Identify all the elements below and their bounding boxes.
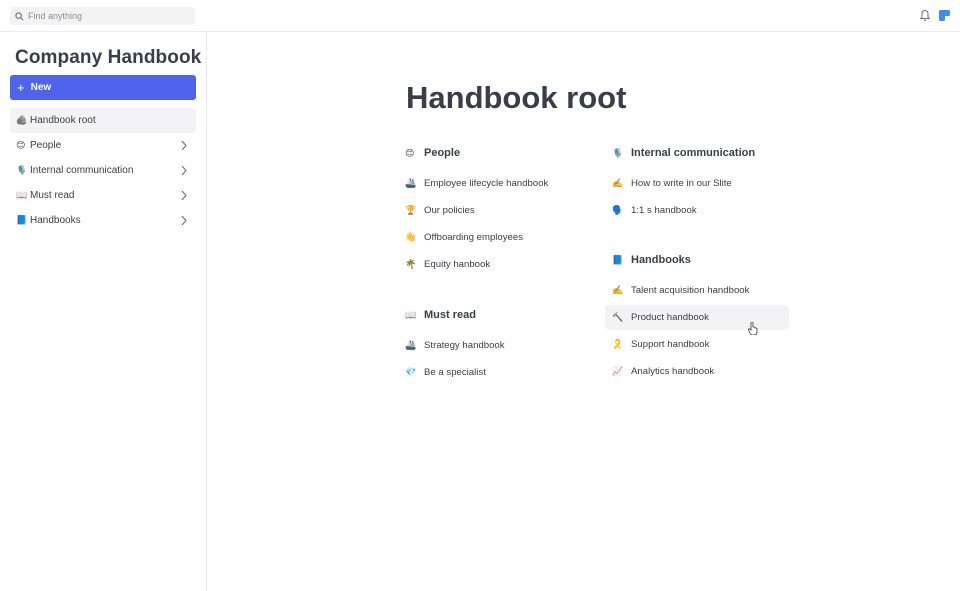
- doc-link-label: Employee lifecycle handbook: [424, 178, 549, 189]
- blue-book-icon: 📘: [612, 254, 624, 265]
- doc-link[interactable]: 👋 Offboarding employees: [405, 225, 591, 250]
- doc-link-label: Analytics handbook: [631, 366, 715, 377]
- doc-link[interactable]: ✍️ Talent acquisition handbook: [612, 278, 798, 303]
- new-button[interactable]: + New: [10, 75, 196, 100]
- doc-link[interactable]: ✍️ How to write in our Slite: [612, 171, 798, 196]
- search-input[interactable]: [28, 11, 188, 21]
- section-people: 😊 People 🚢 Employee lifecycle handbook 🏆 O…: [405, 144, 591, 277]
- gem-icon: 💎: [405, 367, 417, 377]
- doc-link-label: Talent acquisition handbook: [631, 285, 750, 296]
- sidebar-item-label: Handbook root: [30, 115, 96, 126]
- waving-hand-icon: 👋: [405, 232, 417, 242]
- sidebar-item-must-read[interactable]: 📖 Must read: [10, 183, 196, 208]
- workspace-title: Company Handbook: [15, 47, 202, 68]
- doc-link[interactable]: 🚢 Employee lifecycle handbook: [405, 171, 591, 196]
- section-title: People: [424, 147, 461, 159]
- page-title: Handbook root: [406, 80, 627, 115]
- smiley-icon: 😊: [405, 147, 415, 158]
- doc-link[interactable]: 💎 Be a specialist: [405, 360, 591, 385]
- sidebar-nav: 🪨 Handbook root 😊 People 🎙️ Internal com…: [10, 108, 196, 233]
- doc-link-label: Product handbook: [631, 312, 709, 323]
- doc-link-label: Strategy handbook: [424, 340, 505, 351]
- doc-link-label: Offboarding employees: [424, 232, 524, 243]
- section-internal-communication: 🎙️ Internal communication ✍️ How to write…: [612, 144, 798, 223]
- hand-pointer-cursor-icon: [748, 322, 758, 335]
- sidebar-item-label: People: [30, 140, 62, 151]
- main-content: Handbook root 😊 People 🚢 Employee lifecyc…: [208, 32, 960, 591]
- palm-tree-icon: 🌴: [405, 259, 417, 269]
- doc-link-label: Our policies: [424, 205, 475, 216]
- chevron-right-icon[interactable]: [181, 140, 187, 151]
- sidebar: Company Handbook + New 🪨 Handbook root 😊…: [0, 32, 207, 591]
- app-logo-icon[interactable]: [939, 10, 950, 21]
- sidebar-item-label: Internal communication: [30, 165, 134, 176]
- section-title: Handbooks: [631, 254, 691, 266]
- smiley-icon: 😊: [16, 140, 26, 150]
- doc-link[interactable]: 🚢 Strategy handbook: [405, 333, 591, 358]
- section-title: Internal communication: [631, 147, 756, 159]
- bell-icon[interactable]: [919, 9, 931, 22]
- doc-link-label: How to write in our Slite: [631, 178, 732, 189]
- search-icon: [15, 11, 24, 20]
- ribbon-icon: 🎗️: [612, 339, 624, 349]
- ship-icon: 🚢: [405, 178, 417, 188]
- doc-link-hovered[interactable]: 🔨 Product handbook: [605, 305, 789, 330]
- doc-link-label: 1:1 s handbook: [631, 205, 697, 216]
- doc-link-label: Equity hanbook: [424, 259, 491, 270]
- rock-icon: 🪨: [16, 115, 28, 125]
- hammer-icon: 🔨: [612, 312, 624, 322]
- doc-link[interactable]: 📈 Analytics handbook: [612, 359, 798, 384]
- section-heading[interactable]: 📖 Must read: [405, 306, 591, 324]
- sidebar-item-label: Must read: [30, 190, 75, 201]
- chart-increasing-icon: 📈: [612, 366, 624, 376]
- doc-link[interactable]: 🗣️ 1:1 s handbook: [612, 198, 798, 223]
- search-box[interactable]: [10, 7, 195, 25]
- sidebar-item-label: Handbooks: [30, 215, 81, 226]
- doc-link[interactable]: 🎗️ Support handbook: [612, 332, 798, 357]
- microphone-icon: 🎙️: [16, 165, 28, 175]
- doc-link-label: Be a specialist: [424, 367, 486, 378]
- writing-hand-icon: ✍️: [612, 178, 624, 188]
- microphone-icon: 🎙️: [612, 147, 624, 158]
- section-must-read: 📖 Must read 🚢 Strategy handbook 💎 Be a spe…: [405, 306, 591, 385]
- top-bar: [0, 0, 960, 32]
- doc-link-label: Support handbook: [631, 339, 710, 350]
- chevron-right-icon[interactable]: [181, 190, 187, 201]
- section-title: Must read: [424, 309, 476, 321]
- doc-link[interactable]: 🌴 Equity hanbook: [405, 252, 591, 277]
- chevron-right-icon[interactable]: [181, 215, 187, 226]
- sidebar-item-handbooks[interactable]: 📘 Handbooks: [10, 208, 196, 233]
- speaking-head-icon: 🗣️: [612, 205, 624, 215]
- chevron-right-icon[interactable]: [181, 165, 187, 176]
- new-button-label: New: [30, 82, 52, 93]
- open-book-icon: 📖: [405, 309, 417, 320]
- ship-icon: 🚢: [405, 340, 417, 350]
- section-heading[interactable]: 🎙️ Internal communication: [612, 144, 798, 162]
- sidebar-item-people[interactable]: 😊 People: [10, 133, 196, 158]
- blue-book-icon: 📘: [16, 215, 28, 225]
- writing-hand-icon: ✍️: [612, 285, 624, 295]
- sidebar-item-handbook-root[interactable]: 🪨 Handbook root: [10, 108, 196, 133]
- doc-link[interactable]: 🏆 Our policies: [405, 198, 591, 223]
- section-heading[interactable]: 😊 People: [405, 144, 591, 162]
- open-book-icon: 📖: [16, 190, 28, 200]
- plus-icon: +: [17, 80, 25, 95]
- trophy-icon: 🏆: [405, 205, 417, 215]
- section-handbooks: 📘 Handbooks ✍️ Talent acquisition handboo…: [605, 251, 798, 384]
- section-heading[interactable]: 📘 Handbooks: [612, 251, 798, 269]
- sidebar-item-internal-communication[interactable]: 🎙️ Internal communication: [10, 158, 196, 183]
